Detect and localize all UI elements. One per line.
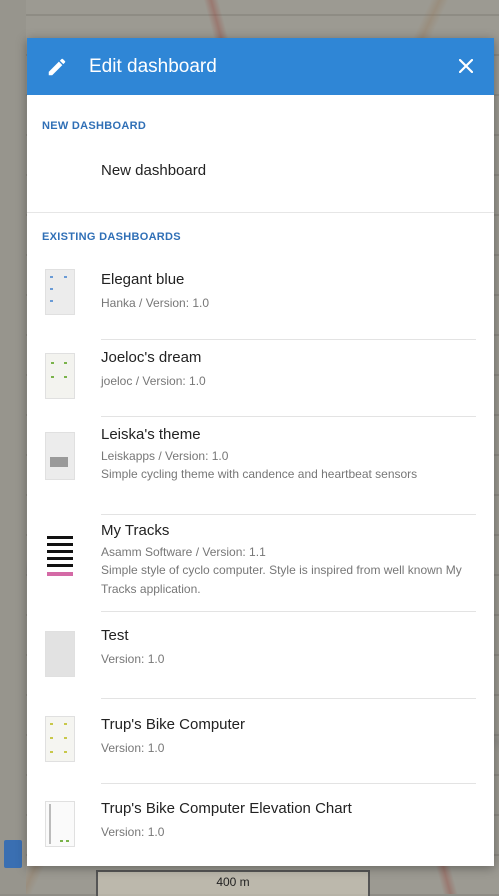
list-item[interactable]: Trup's Bike Computer Elevation Chart Ver…	[27, 783, 494, 859]
dashboard-meta: joeloc / Version: 1.0	[101, 374, 206, 388]
list-item[interactable]: Trup's Bike Computer Version: 1.0	[27, 698, 494, 784]
dashboard-name: Trup's Bike Computer	[101, 716, 246, 733]
new-dashboard-heading: NEW DASHBOARD	[42, 120, 147, 132]
section-divider	[27, 212, 494, 213]
new-dashboard-item[interactable]: New dashboard	[27, 142, 494, 198]
dashboard-thumbnail	[45, 534, 73, 580]
dashboard-thumbnail	[45, 631, 75, 677]
dashboard-name: Leiska's theme	[101, 426, 201, 443]
list-item[interactable]: My Tracks Asamm Software / Version: 1.1 …	[27, 514, 494, 612]
dashboard-name: Elegant blue	[101, 271, 185, 288]
existing-dashboards-heading: EXISTING DASHBOARDS	[42, 231, 181, 243]
dashboard-name: Trup's Bike Computer Elevation Chart	[101, 800, 352, 817]
map-side-button[interactable]	[4, 840, 22, 868]
dashboard-meta: Version: 1.0	[101, 741, 165, 755]
dashboard-thumbnail	[45, 716, 75, 762]
dashboard-name: Test	[101, 627, 129, 644]
dialog-title: Edit dashboard	[89, 55, 217, 77]
list-item[interactable]: Joeloc's dream joeloc / Version: 1.0	[27, 339, 494, 417]
dashboard-description: Simple cycling theme with candence and h…	[101, 467, 418, 481]
dashboard-description: Simple style of cyclo computer. Style is…	[101, 563, 462, 596]
map-edge	[0, 0, 26, 894]
dashboard-meta: Leiskapps / Version: 1.0	[101, 449, 229, 463]
dashboard-name: My Tracks	[101, 522, 170, 539]
dashboard-meta: Asamm Software / Version: 1.1	[101, 545, 266, 559]
dashboard-thumbnail	[45, 801, 75, 847]
close-icon[interactable]	[452, 52, 480, 80]
dashboard-list: Elegant blue Hanka / Version: 1.0 Joeloc…	[27, 255, 494, 859]
dialog-header: Edit dashboard	[27, 38, 494, 95]
map-scale-label: 400 m	[216, 875, 250, 889]
dashboard-meta: Hanka / Version: 1.0	[101, 296, 210, 310]
dashboard-thumbnail	[45, 432, 75, 480]
list-item[interactable]: Leiska's theme Leiskapps / Version: 1.0 …	[27, 416, 494, 515]
pencil-icon	[43, 53, 71, 81]
list-item[interactable]: Elegant blue Hanka / Version: 1.0	[27, 255, 494, 340]
dashboard-thumbnail	[45, 269, 75, 315]
dashboard-meta: Version: 1.0	[101, 652, 165, 666]
dashboard-meta: Version: 1.0	[101, 825, 165, 839]
dashboard-thumbnail	[45, 353, 75, 399]
edit-dashboard-dialog: Edit dashboard NEW DASHBOARD New dashboa…	[27, 38, 494, 866]
dashboard-name: Joeloc's dream	[101, 349, 202, 366]
list-item[interactable]: Test Version: 1.0	[27, 611, 494, 699]
map-scale-bar: 400 m	[96, 870, 370, 896]
